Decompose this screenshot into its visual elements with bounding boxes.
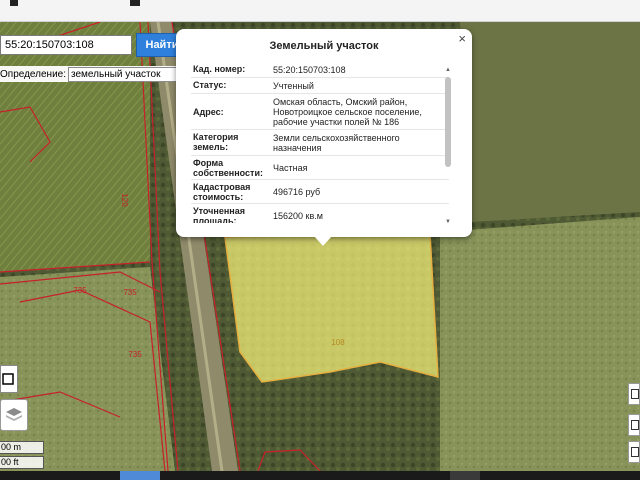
definition-select[interactable]: земельный участок ▼	[68, 66, 187, 82]
info-key: Адрес:	[193, 107, 224, 117]
parcel-info-table: Кад. номер: 55:20:150703:108 Статус: Учт…	[191, 62, 449, 223]
info-value: Учтенный	[273, 81, 314, 91]
info-row: Кадастровая стоимость: 496716 руб	[191, 180, 449, 204]
boundary-label: 735	[123, 288, 137, 297]
popup-scrollbar[interactable]: ▲ ▼	[444, 67, 452, 225]
popup-pointer	[314, 236, 332, 246]
scroll-down-icon[interactable]: ▼	[444, 219, 452, 225]
info-key: Уточненная площадь:	[193, 206, 245, 223]
definition-selected-value: земельный участок	[71, 68, 161, 80]
definition-label: Определение:	[0, 68, 67, 80]
info-value: 55:20:150703:108	[273, 65, 346, 75]
info-key: Кад. номер:	[193, 64, 246, 74]
field-area	[0, 22, 150, 272]
boundary-label: 120	[120, 193, 129, 207]
toolbar-mark	[10, 0, 18, 6]
info-value: 496716 руб	[273, 187, 321, 197]
parcel-info-popup: × Земельный участок Кад. номер: 55:20:15…	[176, 29, 472, 246]
map-control-button[interactable]	[628, 414, 640, 436]
info-row: Уточненная площадь: 156200 кв.м	[191, 204, 449, 223]
layers-icon[interactable]	[0, 399, 28, 431]
status-bar	[0, 471, 640, 480]
info-value: Омская область, Омский район, Новотроицк…	[273, 97, 422, 127]
info-row: Статус: Учтенный	[191, 78, 449, 94]
scroll-thumb[interactable]	[445, 77, 451, 167]
parcel-label: 108	[331, 338, 345, 347]
info-key: Кадастровая стоимость:	[193, 182, 251, 202]
scale-metric: 00 m	[0, 441, 44, 454]
info-row: Адрес: Омская область, Омский район, Нов…	[191, 94, 449, 130]
browser-top-strip	[0, 0, 640, 22]
info-row: Форма собственности: Частная	[191, 156, 449, 180]
boundary-label: 735	[73, 286, 87, 295]
scroll-up-icon[interactable]: ▲	[444, 67, 452, 73]
map-control-button[interactable]	[628, 383, 640, 405]
toolbar-mark	[130, 0, 140, 6]
info-value: 156200 кв.м	[273, 211, 323, 221]
boundary-label: 735	[128, 350, 142, 359]
status-segment	[450, 471, 480, 480]
status-segment	[120, 471, 160, 480]
info-row: Категория земель: Земли сельскохозяйстве…	[191, 130, 449, 156]
info-value: Земли сельскохозяйственного назначения	[273, 133, 400, 153]
info-key: Статус:	[193, 80, 227, 90]
info-key: Категория земель:	[193, 132, 239, 152]
info-row: Кад. номер: 55:20:150703:108	[191, 62, 449, 78]
info-key: Форма собственности:	[193, 158, 263, 178]
cadastral-search-input[interactable]	[0, 35, 132, 55]
info-value: Частная	[273, 163, 308, 173]
map-tool-button[interactable]	[0, 365, 18, 393]
scale-imperial: 00 ft	[0, 456, 44, 469]
popup-title: Земельный участок	[269, 40, 379, 52]
definition-row: Определение: земельный участок ▼	[0, 66, 189, 82]
field-area	[440, 217, 640, 471]
map-control-button[interactable]	[628, 441, 640, 463]
parcel-108[interactable]	[224, 233, 439, 383]
field-area	[460, 22, 640, 222]
